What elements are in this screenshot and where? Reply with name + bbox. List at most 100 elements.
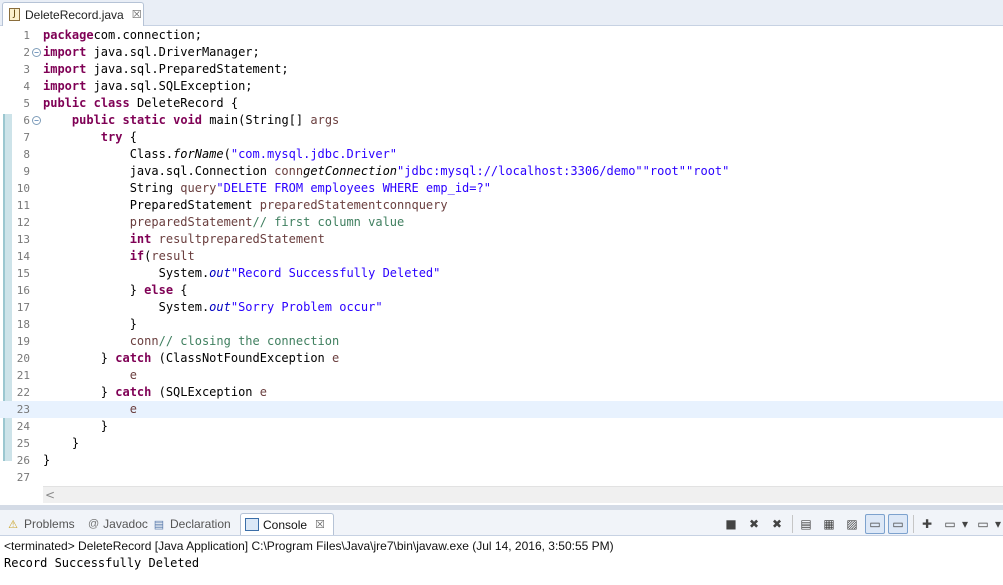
code-text: preparedStatement// first column value xyxy=(43,214,405,231)
tab-declaration[interactable]: ▤ Declaration xyxy=(148,513,236,535)
code-line[interactable]: 11 PreparedStatement preparedStatementco… xyxy=(0,197,1003,214)
code-token: "root" xyxy=(642,164,687,178)
toolbar-separator xyxy=(913,515,914,533)
code-line[interactable]: 7 try { xyxy=(0,129,1003,146)
code-line[interactable]: 4 import java.sql.SQLException; xyxy=(0,78,1003,95)
open-console-dropdown-icon[interactable]: ▾ xyxy=(993,514,1003,534)
code-token: try xyxy=(100,130,123,144)
code-line[interactable]: 12 preparedStatement// first column valu… xyxy=(0,214,1003,231)
code-line[interactable]: 10 String query"DELETE FROM employees WH… xyxy=(0,180,1003,197)
line-number: 15 xyxy=(16,267,30,280)
clear-console-icon[interactable]: ▤ xyxy=(796,514,816,534)
fold-collapse-icon[interactable]: − xyxy=(32,116,41,125)
code-token: System. xyxy=(43,300,210,314)
line-number: 20 xyxy=(16,352,30,365)
fold-collapse-icon[interactable]: − xyxy=(32,48,41,57)
line-number: 7 xyxy=(23,131,30,144)
code-line[interactable]: 5 public class DeleteRecord { xyxy=(0,95,1003,112)
line-number: 18 xyxy=(16,318,30,331)
word-wrap-icon[interactable]: ▨ xyxy=(842,514,862,534)
code-token: { xyxy=(173,283,188,297)
tab-label: Problems xyxy=(24,517,75,531)
code-text: } catch (SQLException e xyxy=(43,384,267,401)
code-token: conn xyxy=(129,334,159,348)
console-status: <terminated> DeleteRecord [Java Applicat… xyxy=(4,539,614,553)
code-line[interactable]: 17 System.out"Sorry Problem occur" xyxy=(0,299,1003,316)
code-line[interactable]: 6− public static void main(String[] args xyxy=(0,112,1003,129)
close-icon[interactable]: ☒ xyxy=(132,8,142,21)
close-icon[interactable]: ☒ xyxy=(315,518,325,531)
code-line[interactable]: 19 conn// closing the connection xyxy=(0,333,1003,350)
code-token: e xyxy=(129,402,137,416)
code-token: import xyxy=(43,79,87,93)
code-text: import java.sql.DriverManager; xyxy=(43,44,260,61)
horizontal-scrollbar[interactable]: < xyxy=(43,486,1003,503)
scroll-left-icon[interactable]: < xyxy=(45,488,55,502)
code-line[interactable]: 8 Class.forName("com.mysql.jdbc.Driver" xyxy=(0,146,1003,163)
code-line[interactable]: 21 e xyxy=(0,367,1003,384)
code-line[interactable]: 9 java.sql.Connection conngetConnection"… xyxy=(0,163,1003,180)
tab-problems[interactable]: ⚠ Problems xyxy=(2,513,80,535)
remove-all-launches-icon[interactable]: ✖ xyxy=(767,514,787,534)
code-token: // closing the connection xyxy=(158,334,340,348)
code-token: com.connection; xyxy=(93,28,202,42)
tab-javadoc[interactable]: @ Javadoc xyxy=(84,513,148,535)
console-output[interactable]: Record Successfully Deleted xyxy=(4,556,199,570)
show-on-stderr-icon[interactable]: ▭ xyxy=(888,514,908,534)
code-token: result xyxy=(158,232,202,246)
code-line[interactable]: 23 e xyxy=(0,401,1003,418)
code-token: package xyxy=(43,28,94,42)
code-token: "jdbc:mysql://localhost:3306/demo" xyxy=(397,164,643,178)
code-line[interactable]: 18 } xyxy=(0,316,1003,333)
display-console-dropdown-icon[interactable]: ▾ xyxy=(960,514,970,534)
code-line[interactable]: 1 packagecom.connection; xyxy=(0,27,1003,44)
problems-icon: ⚠ xyxy=(8,518,18,531)
code-token: java.sql.SQLException; xyxy=(86,79,253,93)
code-line[interactable]: 15 System.out"Record Successfully Delete… xyxy=(0,265,1003,282)
editor-tab-deleterecord[interactable]: J DeleteRecord.java ☒ xyxy=(2,2,144,26)
code-line[interactable]: 24 } xyxy=(0,418,1003,435)
code-line[interactable]: 22 } catch (SQLException e xyxy=(0,384,1003,401)
code-line[interactable]: 26} xyxy=(0,452,1003,469)
scroll-lock-icon[interactable]: ▦ xyxy=(819,514,839,534)
at-icon: @ xyxy=(88,518,100,530)
code-editor[interactable]: 1 packagecom.connection; 2− import java.sql… xyxy=(0,26,1003,503)
code-line[interactable]: 27 xyxy=(0,469,1003,486)
show-on-stdout-icon[interactable]: ▭ xyxy=(865,514,885,534)
code-line[interactable]: 3 import java.sql.PreparedStatement; xyxy=(0,61,1003,78)
code-token: preparedStatement xyxy=(201,232,325,246)
tab-console[interactable]: Console ☒ xyxy=(240,513,334,535)
code-text: } xyxy=(43,452,50,469)
terminate-icon[interactable]: ■ xyxy=(721,514,741,534)
code-token: (ClassNotFoundException xyxy=(151,351,332,365)
code-text: int resultpreparedStatement xyxy=(43,231,325,248)
remove-launch-icon[interactable]: ✖ xyxy=(744,514,764,534)
open-console-icon[interactable]: ▭ xyxy=(973,514,993,534)
code-line[interactable]: 14 if(result xyxy=(0,248,1003,265)
code-text: String query"DELETE FROM employees WHERE… xyxy=(43,180,491,197)
code-text: } catch (ClassNotFoundException e xyxy=(43,350,339,367)
code-token: { xyxy=(122,130,137,144)
line-number: 23 xyxy=(16,403,30,416)
code-line[interactable]: 13 int resultpreparedStatement xyxy=(0,231,1003,248)
code-line[interactable]: 20 } catch (ClassNotFoundException e xyxy=(0,350,1003,367)
code-token: catch xyxy=(115,385,152,399)
display-console-icon[interactable]: ▭ xyxy=(940,514,960,534)
line-number: 4 xyxy=(23,80,30,93)
line-number: 6 xyxy=(23,114,30,127)
code-lines[interactable]: 1 packagecom.connection; 2− import java.sql… xyxy=(0,27,1003,486)
code-line[interactable]: 25 } xyxy=(0,435,1003,452)
code-token: ( xyxy=(223,147,231,161)
code-token: String xyxy=(43,181,181,195)
code-line[interactable]: 2− import java.sql.DriverManager; xyxy=(0,44,1003,61)
console-icon xyxy=(245,518,259,531)
pin-console-icon[interactable]: ✚ xyxy=(917,514,937,534)
code-text: import java.sql.PreparedStatement; xyxy=(43,61,289,78)
code-token: } xyxy=(43,283,145,297)
code-token: catch xyxy=(115,351,152,365)
code-token: e xyxy=(332,351,340,365)
line-number: 27 xyxy=(16,471,30,484)
code-line[interactable]: 16 } else { xyxy=(0,282,1003,299)
